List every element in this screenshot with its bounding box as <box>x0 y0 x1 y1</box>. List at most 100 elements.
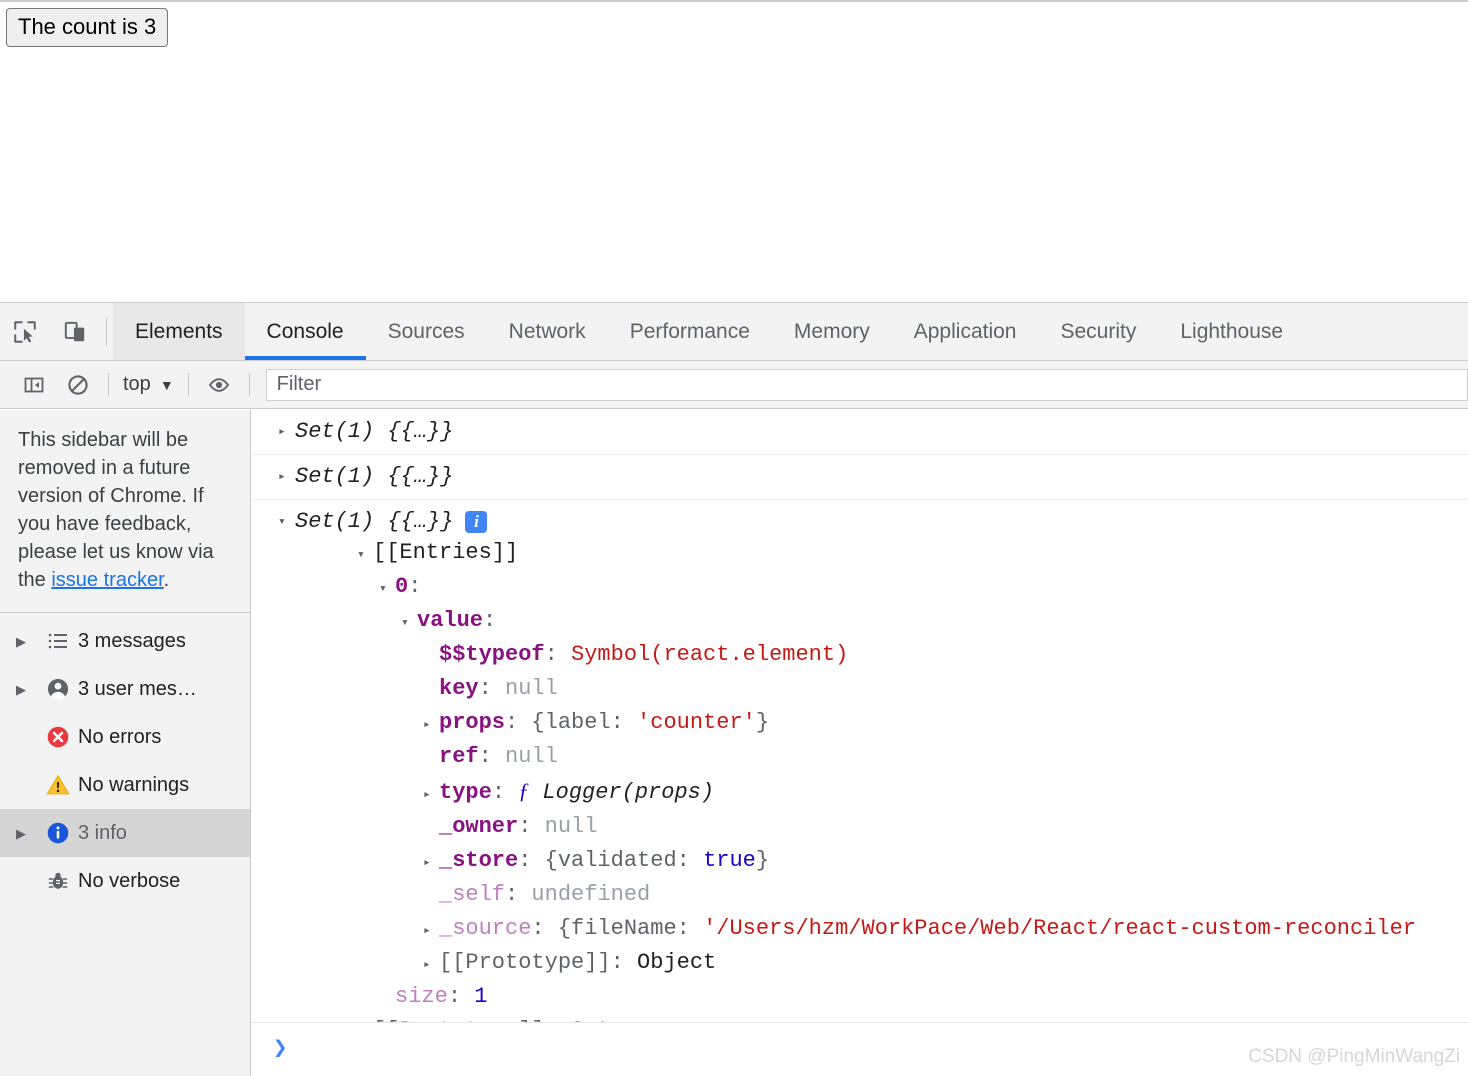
tree-row[interactable]: ▸ props: {label: 'counter'} <box>295 707 1468 741</box>
issue-tracker-link[interactable]: issue tracker <box>51 569 163 591</box>
toolbar-divider <box>106 317 107 346</box>
sidebar-item-messages-label: 3 messages <box>78 629 186 652</box>
tree-row-value: {fileName: '/Users/hzm/WorkPace/Web/Reac… <box>557 916 1416 941</box>
list-icon <box>38 629 78 653</box>
sidebar-item-warnings[interactable]: ▶ No warnings <box>0 761 250 809</box>
tree-row[interactable]: ▾ 0: <box>295 571 1468 605</box>
eye-icon[interactable] <box>197 363 241 407</box>
tree-row-separator: : <box>447 984 475 1009</box>
object-preview: Set(1) {{…}} <box>295 419 454 444</box>
tab-sources[interactable]: Sources <box>366 303 487 360</box>
tree-row-separator: : <box>518 848 545 873</box>
expand-arrow-icon[interactable]: ▸ <box>423 847 439 879</box>
expand-arrow-icon[interactable]: ▸ <box>278 417 295 447</box>
object-property-tree: ▾[[Entries]]▾0:▾value:▸$$typeof: Symbol(… <box>295 537 1468 1022</box>
sidebar-item-user-messages[interactable]: ▶ 3 user mes… <box>0 665 250 713</box>
tree-row[interactable]: ▸[[Prototype]]: Set <box>295 1015 1468 1022</box>
sidebar-item-messages[interactable]: ▶ 3 messages <box>0 617 250 665</box>
watermark: CSDN @PingMinWangZi <box>1248 1046 1460 1067</box>
warning-icon <box>38 772 78 798</box>
tree-row[interactable]: ▾ value: <box>295 605 1468 639</box>
tree-row-separator: : <box>544 642 572 667</box>
expand-arrow-icon[interactable]: ▸ <box>423 709 439 741</box>
tree-row-separator: : <box>610 950 638 975</box>
sidebar-item-errors[interactable]: ▶ No errors <box>0 713 250 761</box>
tree-row[interactable]: ▾ [[Entries]] <box>295 537 1468 571</box>
tab-elements[interactable]: Elements <box>113 303 245 360</box>
sidebar-notice-period: . <box>163 569 170 591</box>
tree-row-key: _store <box>439 848 519 873</box>
tree-row[interactable]: ▸_self: undefined <box>295 879 1468 913</box>
tree-row-value: null <box>505 676 558 701</box>
prompt-caret-icon: ❯ <box>273 1035 288 1063</box>
tab-security[interactable]: Security <box>1038 303 1158 360</box>
tree-row-separator: : <box>478 676 506 701</box>
tab-network-label: Network <box>508 319 586 343</box>
expand-arrow-icon[interactable]: ▶ <box>16 635 38 648</box>
console-message[interactable]: ▸ Set(1) {{…}} <box>251 455 1468 500</box>
console-message-list: ▸ Set(1) {{…}} ▸ Set(1) {{…}} ▾ Set(1) {… <box>251 410 1468 1022</box>
console-prompt[interactable]: ❯ CSDN @PingMinWangZi <box>251 1022 1468 1076</box>
tree-row[interactable]: ▸ _source: {fileName: '/Users/hzm/WorkPac… <box>295 913 1468 947</box>
tree-row-separator: : <box>483 608 497 633</box>
tree-row-value: Symbol(react.element) <box>571 642 849 667</box>
tree-row[interactable]: ▸$$typeof: Symbol(react.element) <box>295 639 1468 673</box>
info-badge-icon[interactable]: i <box>465 511 488 533</box>
tree-row[interactable]: ▸_owner: null <box>295 811 1468 845</box>
expand-arrow-icon[interactable]: ▾ <box>379 573 395 605</box>
devtools-panel: Elements Console Sources Network Perform… <box>0 302 1468 1076</box>
expand-arrow-icon[interactable]: ▶ <box>16 827 38 840</box>
expand-arrow-icon[interactable]: ▾ <box>401 607 417 639</box>
tree-row-key: $$typeof <box>439 642 545 667</box>
console-message-expanded[interactable]: ▾ Set(1) {{…}} i ▾[[Entries]]▾0:▾value:▸… <box>251 500 1468 1022</box>
tree-row[interactable]: ▸ [[Prototype]]: Object <box>295 947 1468 981</box>
tab-console-label: Console <box>266 319 344 343</box>
expand-arrow-icon[interactable]: ▸ <box>278 462 295 492</box>
tree-row[interactable]: ▸ _store: {validated: true} <box>295 845 1468 879</box>
expand-arrow-icon[interactable]: ▸ <box>423 915 439 947</box>
tab-network[interactable]: Network <box>487 303 608 360</box>
tree-row-key: [[Entries]] <box>373 540 519 565</box>
user-icon <box>38 676 78 702</box>
filter-input[interactable] <box>265 368 1468 401</box>
clear-console-icon[interactable] <box>56 363 100 407</box>
sidebar-item-info[interactable]: ▶ 3 info <box>0 809 250 857</box>
sidebar-notice-text: This sidebar will be removed in a future… <box>18 429 214 591</box>
tab-lighthouse[interactable]: Lighthouse <box>1158 303 1305 360</box>
inspect-element-icon[interactable] <box>0 303 50 360</box>
tree-row-separator: : <box>505 882 532 907</box>
collapse-arrow-icon[interactable]: ▾ <box>278 507 295 537</box>
device-toolbar-icon[interactable] <box>50 303 100 360</box>
sidebar-item-verbose[interactable]: ▶ No verbose <box>0 857 250 905</box>
tree-row[interactable]: ▸key: null <box>295 673 1468 707</box>
console-message[interactable]: ▸ Set(1) {{…}} <box>251 410 1468 455</box>
tree-row-key: type <box>439 780 492 805</box>
expand-arrow-icon[interactable]: ▶ <box>16 683 38 696</box>
count-button[interactable]: The count is 3 <box>6 8 169 47</box>
tab-console[interactable]: Console <box>244 303 366 360</box>
expand-arrow-icon[interactable]: ▾ <box>357 539 373 571</box>
expand-arrow-icon[interactable]: ▸ <box>423 949 439 981</box>
tree-row[interactable]: ▸ref: null <box>295 741 1468 775</box>
tree-row-key: key <box>439 676 479 701</box>
tree-row-key: value <box>417 608 484 633</box>
bug-icon <box>38 869 78 893</box>
console-sidebar: This sidebar will be removed in a future… <box>0 410 251 1076</box>
console-output-pane: ▸ Set(1) {{…}} ▸ Set(1) {{…}} ▾ Set(1) {… <box>251 410 1468 1076</box>
tab-memory[interactable]: Memory <box>772 303 892 360</box>
tree-row-separator: : <box>531 916 558 941</box>
sidebar-deprecation-notice: This sidebar will be removed in a future… <box>0 410 250 613</box>
tree-row[interactable]: ▸ type: ƒ Logger(props) <box>295 775 1468 811</box>
expand-arrow-icon[interactable]: ▸ <box>423 779 439 811</box>
tab-application-label: Application <box>913 319 1017 343</box>
execution-context-selector[interactable]: top ▼ <box>117 373 180 396</box>
tab-application[interactable]: Application <box>892 303 1039 360</box>
console-body: This sidebar will be removed in a future… <box>0 410 1468 1076</box>
show-console-sidebar-icon[interactable] <box>12 363 56 407</box>
devtools-tabbar: Elements Console Sources Network Perform… <box>0 303 1468 361</box>
tree-row[interactable]: ▸size: 1 <box>295 981 1468 1015</box>
tree-row-key: _source <box>439 916 532 941</box>
tab-performance[interactable]: Performance <box>608 303 772 360</box>
sidebar-item-errors-label: No errors <box>78 725 162 748</box>
tab-sources-label: Sources <box>387 319 465 343</box>
